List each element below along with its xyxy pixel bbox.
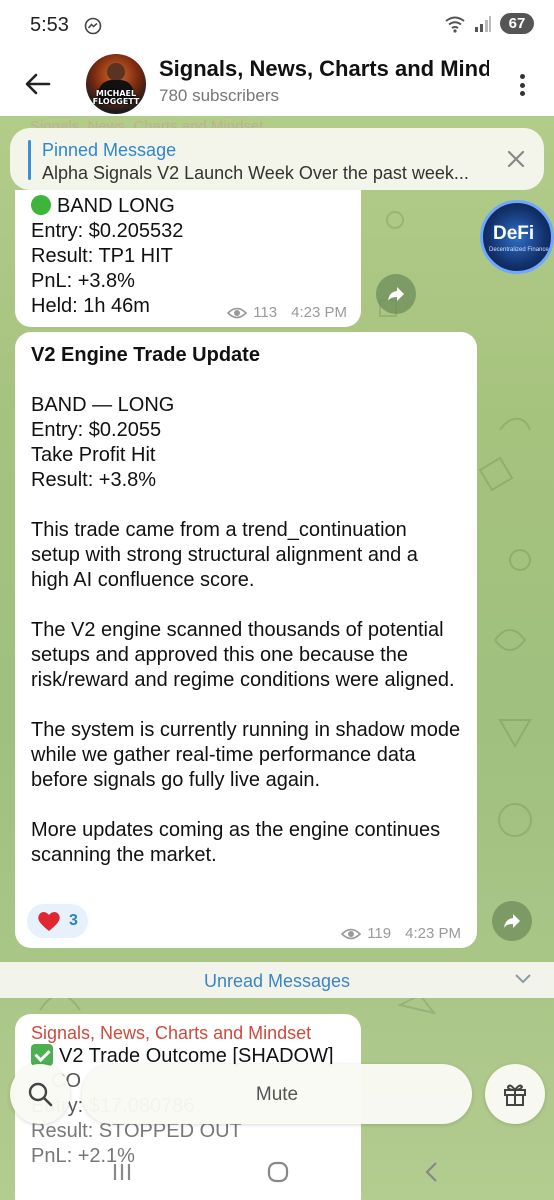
- message-bubble[interactable]: V2 Engine Trade Update BAND — LONG Entry…: [15, 332, 477, 948]
- share-arrow-icon: [388, 287, 404, 301]
- pinned-preview-text: Alpha Signals V2 Launch Week Over the pa…: [42, 163, 469, 183]
- message-bubble[interactable]: BAND LONG Entry: $0.205532 Result: TP1 H…: [15, 190, 361, 327]
- signal-icon: [475, 15, 491, 32]
- chevron-down-icon[interactable]: [514, 972, 532, 986]
- message-paragraph: BAND — LONG Entry: $0.2055 Take Profit H…: [31, 394, 175, 491]
- mute-button[interactable]: Mute: [82, 1064, 472, 1124]
- message-line: Result: TP1 HIT: [31, 245, 173, 267]
- wifi-icon: [445, 16, 465, 33]
- green-circle-icon: [31, 195, 51, 215]
- message-time: 4:23 PM: [291, 304, 347, 321]
- subscriber-count: 780 subscribers: [159, 86, 280, 105]
- message-paragraph: The V2 engine scanned thousands of poten…: [31, 619, 455, 691]
- heart-icon: [38, 912, 60, 931]
- avatar-logo-text: MICHAEL FLOGGETT: [92, 89, 140, 106]
- recents-icon: [113, 1164, 131, 1180]
- gift-button[interactable]: [485, 1064, 545, 1124]
- back-button[interactable]: [20, 66, 56, 102]
- defi-label: DeFi: [493, 223, 535, 244]
- channel-avatar[interactable]: MICHAEL FLOGGETT: [86, 54, 146, 114]
- pinned-message-bar[interactable]: Pinned Message Alpha Signals V2 Launch W…: [10, 128, 544, 190]
- search-icon: [28, 1082, 53, 1107]
- home-icon: [267, 1161, 289, 1183]
- message-meta: 113 4:23 PM: [227, 304, 347, 321]
- heart-reaction[interactable]: 3: [27, 904, 88, 938]
- dot-icon: [519, 91, 525, 96]
- message-line: Entry: $0.205532: [31, 220, 184, 242]
- check-mark-icon: [31, 1044, 53, 1066]
- pinned-accent-bar: [28, 140, 31, 180]
- forward-button[interactable]: [492, 901, 532, 941]
- battery-indicator: 67: [500, 13, 534, 34]
- chat-title[interactable]: Signals, News, Charts and Mindset: [159, 56, 489, 82]
- pinned-title: Pinned Message: [42, 140, 177, 160]
- view-count: 119: [367, 925, 392, 942]
- home-button[interactable]: [260, 1154, 296, 1190]
- status-bar: 5:53 67: [0, 0, 554, 52]
- unread-messages-divider: Unread Messages: [0, 962, 554, 998]
- recent-apps-button[interactable]: [104, 1154, 140, 1190]
- messenger-icon: [84, 17, 102, 35]
- message-meta: 119 4:23 PM: [341, 925, 461, 942]
- message-text: BAND LONG: [57, 195, 175, 217]
- message-line: PnL: +3.8%: [31, 270, 135, 292]
- eye-icon: [227, 307, 248, 318]
- status-time: 5:53: [30, 14, 69, 36]
- system-navigation-bar: [0, 1140, 554, 1200]
- view-count: 113: [253, 304, 278, 321]
- avatar-figure-head: [107, 63, 125, 81]
- dot-icon: [519, 74, 525, 79]
- message-line: BAND LONG: [31, 194, 361, 219]
- arrow-left-icon: [25, 73, 51, 95]
- defi-logo-sticker: DeFi Decentralized Finance: [480, 200, 554, 274]
- chevron-left-icon: [425, 1162, 437, 1182]
- message-paragraph: The system is currently running in shado…: [31, 719, 466, 791]
- message-time: 4:23 PM: [405, 925, 461, 942]
- chat-header: MICHAEL FLOGGETT Signals, News, Charts an…: [0, 52, 554, 116]
- status-icons: 67: [444, 13, 534, 34]
- gift-icon: [504, 1084, 526, 1106]
- reaction-count: 3: [69, 912, 78, 929]
- dot-icon: [519, 82, 525, 88]
- more-options-button[interactable]: [510, 70, 534, 100]
- unread-label: Unread Messages: [203, 971, 351, 991]
- message-paragraph: This trade came from a trend_continuatio…: [31, 519, 424, 591]
- eye-icon: [341, 928, 362, 939]
- sender-name: Signals, News, Charts and Mindset: [31, 1023, 312, 1043]
- share-arrow-icon: [504, 914, 520, 928]
- message-title: V2 Engine Trade Update: [31, 344, 260, 366]
- search-button[interactable]: [10, 1064, 70, 1124]
- mute-label: Mute: [255, 1084, 299, 1105]
- back-nav-button[interactable]: [414, 1154, 450, 1190]
- defi-sub-label: Decentralized Finance: [489, 247, 549, 253]
- forward-button[interactable]: [376, 274, 416, 314]
- close-icon[interactable]: [504, 147, 528, 171]
- message-paragraph: More updates coming as the engine contin…: [31, 819, 446, 866]
